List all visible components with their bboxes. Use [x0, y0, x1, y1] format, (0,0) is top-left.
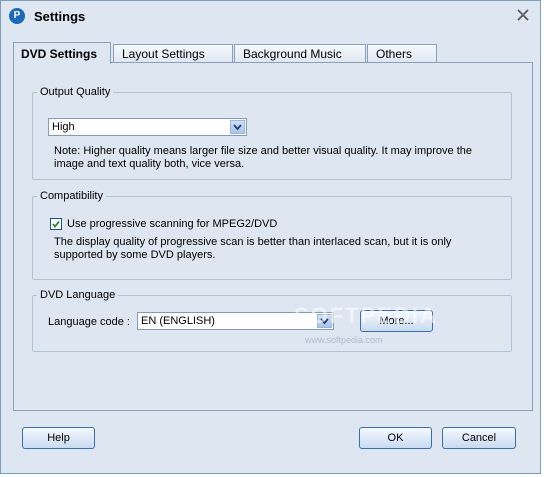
- dvd-language-legend: DVD Language: [40, 289, 116, 301]
- tab-layout-settings[interactable]: Layout Settings: [113, 44, 233, 63]
- tab-label: Background Music: [243, 47, 342, 61]
- compatibility-group: Compatibility: [32, 190, 512, 280]
- window-title: Settings: [34, 9, 86, 24]
- chevron-down-icon[interactable]: [230, 120, 245, 134]
- title-bar: P Settings: [1, 1, 540, 33]
- tab-label: Layout Settings: [122, 47, 205, 61]
- compatibility-legend: Compatibility: [40, 190, 103, 202]
- help-button[interactable]: Help: [22, 427, 95, 449]
- progressive-scan-checkbox[interactable]: [50, 218, 62, 230]
- output-quality-note-line2: image and text quality both, vice versa.: [54, 158, 245, 170]
- output-quality-select[interactable]: High: [48, 118, 247, 136]
- language-code-label: Language code :: [48, 316, 130, 328]
- tab-bar: DVD Settings Layout Settings Background …: [13, 42, 533, 64]
- compatibility-note-line2: supported by some DVD players.: [54, 249, 216, 261]
- close-button[interactable]: [515, 7, 531, 23]
- tab-panel-dvd-settings: Output Quality High Note: Higher quality…: [13, 62, 533, 411]
- output-quality-note-line1: Note: Higher quality means larger file s…: [54, 145, 472, 157]
- tab-background-music[interactable]: Background Music: [234, 44, 366, 63]
- output-quality-note: Note: Higher quality means larger file s…: [54, 145, 504, 171]
- tab-dvd-settings[interactable]: DVD Settings: [13, 42, 111, 64]
- compatibility-note-line1: The display quality of progressive scan …: [54, 236, 452, 248]
- app-logo-icon: P: [9, 8, 25, 24]
- watermark: SOFTPEDIA: [294, 303, 438, 328]
- tab-label: Others: [376, 47, 413, 61]
- compatibility-note: The display quality of progressive scan …: [54, 236, 504, 262]
- cancel-button[interactable]: Cancel: [442, 427, 516, 449]
- watermark-url: www.softpedia.com: [305, 335, 383, 345]
- tab-label: DVD Settings: [21, 47, 98, 61]
- close-icon: [517, 9, 529, 21]
- progressive-scan-label[interactable]: Use progressive scanning for MPEG2/DVD: [67, 218, 277, 231]
- checkmark-icon: [52, 220, 60, 228]
- output-quality-value: High: [52, 121, 75, 133]
- settings-window: P Settings DVD Settings Layout Settings …: [0, 0, 541, 474]
- tab-others[interactable]: Others: [367, 44, 437, 63]
- language-code-value: EN (ENGLISH): [141, 315, 215, 327]
- output-quality-legend: Output Quality: [40, 86, 111, 98]
- ok-button[interactable]: OK: [359, 427, 432, 449]
